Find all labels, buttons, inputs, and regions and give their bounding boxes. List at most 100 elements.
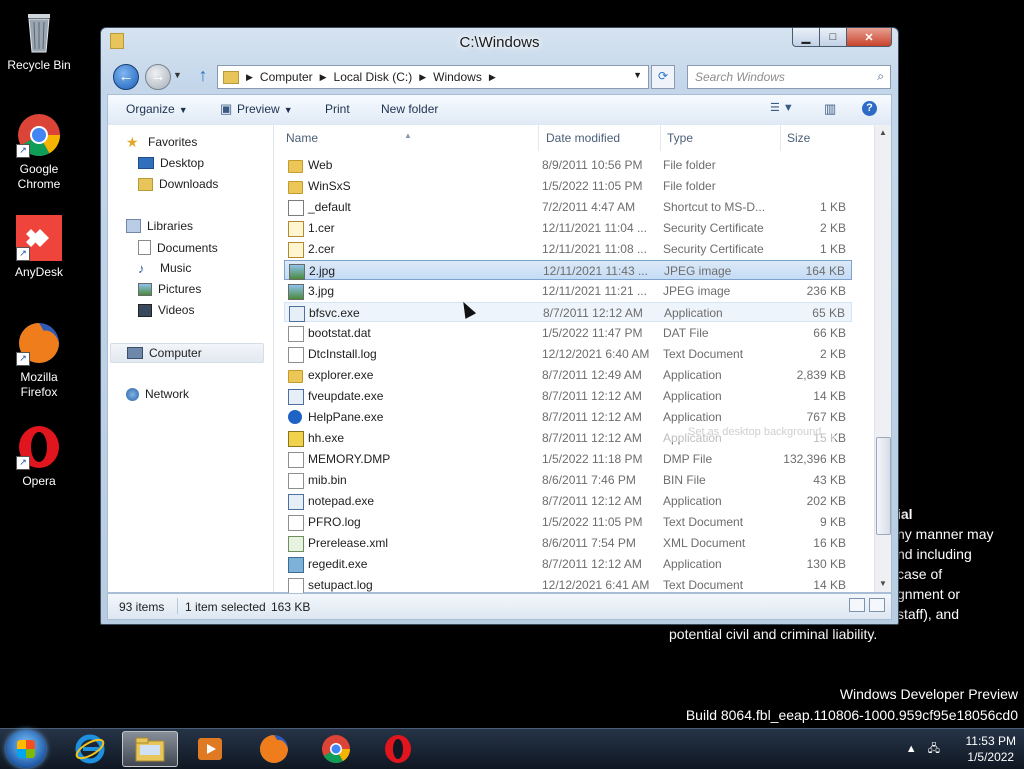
- desktop-icon-chrome[interactable]: ↗ Google Chrome: [4, 112, 74, 192]
- desktop-icon-recycle-bin[interactable]: Recycle Bin: [4, 8, 74, 73]
- drag-tooltip: Set as desktop background: [655, 424, 835, 442]
- file-row[interactable]: PFRO.log 1/5/2022 11:05 PM Text Document 9 …: [284, 512, 852, 532]
- large-icons-view-icon[interactable]: [869, 598, 885, 612]
- taskbar-chrome[interactable]: [308, 731, 364, 767]
- show-hidden-icons-icon[interactable]: ▲: [906, 743, 917, 755]
- pictures-icon: [138, 282, 152, 296]
- file-date: 12/12/2021 6:41 AM: [542, 578, 650, 592]
- minimize-button[interactable]: ▁: [792, 28, 820, 47]
- column-header-type[interactable]: Type: [667, 131, 693, 145]
- file-size: 2 KB: [819, 221, 846, 235]
- taskbar-firefox[interactable]: [246, 731, 302, 767]
- preview-pane-icon[interactable]: ▥: [824, 101, 836, 117]
- title-bar[interactable]: C:\Windows ▁ □ ✕: [101, 28, 898, 56]
- address-bar[interactable]: ▶ Computer ▶ Local Disk (C:) ▶ Windows ▶…: [217, 65, 649, 89]
- print-button[interactable]: Print: [325, 102, 350, 116]
- taskbar-opera[interactable]: [370, 731, 426, 767]
- chevron-right-icon[interactable]: ▶: [416, 72, 429, 83]
- up-button[interactable]: ↑: [193, 64, 213, 88]
- address-dropdown-icon[interactable]: ▼: [633, 70, 642, 80]
- file-row[interactable]: notepad.exe 8/7/2011 12:12 AM Application 2…: [284, 491, 852, 511]
- file-row[interactable]: WinSxS 1/5/2022 11:05 PM File folder: [284, 176, 852, 196]
- file-date: 8/9/2011 10:56 PM: [542, 158, 643, 172]
- chevron-right-icon[interactable]: ▶: [317, 72, 330, 83]
- file-row[interactable]: 2.cer 12/11/2021 11:08 ... Security Certif…: [284, 239, 852, 259]
- file-row[interactable]: MEMORY.DMP 1/5/2022 11:18 PM DMP File 132,3…: [284, 449, 852, 469]
- forward-button[interactable]: →: [145, 64, 171, 90]
- breadcrumb-windows[interactable]: Windows: [429, 70, 486, 84]
- file-row[interactable]: explorer.exe 8/7/2011 12:49 AM Application…: [284, 365, 852, 385]
- file-size: 767 KB: [806, 410, 846, 424]
- details-view-icon[interactable]: [849, 598, 865, 612]
- taskbar-media-player[interactable]: [182, 731, 238, 767]
- nav-item-videos[interactable]: Videos: [138, 303, 194, 317]
- file-row[interactable]: DtcInstall.log 12/12/2021 6:40 AM Text Doc…: [284, 344, 852, 364]
- refresh-button[interactable]: ⟳: [651, 65, 675, 89]
- nav-item-pictures[interactable]: Pictures: [138, 282, 201, 296]
- column-header-date[interactable]: Date modified: [546, 131, 620, 145]
- file-type: DMP File: [663, 452, 713, 466]
- file-date: 8/6/2011 7:54 PM: [542, 536, 636, 550]
- network-icon[interactable]: 🖧: [928, 743, 940, 755]
- file-row[interactable]: 3.jpg 12/11/2021 11:21 ... JPEG image 236 K…: [284, 281, 852, 301]
- cert-file-icon: [288, 221, 304, 237]
- file-row[interactable]: 1.cer 12/11/2021 11:04 ... Security Certif…: [284, 218, 852, 238]
- clock[interactable]: 11:53 PM 1/5/2022: [966, 733, 1016, 765]
- shortcut-arrow-icon: ↗: [16, 352, 30, 366]
- content-area: ★ Favorites Desktop Downloads Libraries D…: [107, 125, 892, 595]
- organize-button[interactable]: Organize ▼: [126, 102, 188, 116]
- file-row[interactable]: _default 7/2/2011 4:47 AM Shortcut to MS-D…: [284, 197, 852, 217]
- nav-item-network[interactable]: Network: [126, 387, 189, 401]
- file-row[interactable]: Web 8/9/2011 10:56 PM File folder: [284, 155, 852, 175]
- nav-item-libraries[interactable]: Libraries: [126, 219, 193, 233]
- taskbar-file-explorer[interactable]: [122, 731, 178, 767]
- help-icon[interactable]: ?: [862, 101, 877, 116]
- close-button[interactable]: ✕: [847, 28, 892, 47]
- desktop-icon-anydesk[interactable]: ↗ AnyDesk: [4, 215, 74, 280]
- scrollbar-thumb[interactable]: [876, 437, 891, 535]
- search-icon[interactable]: ⌕: [877, 69, 884, 84]
- breadcrumb-computer[interactable]: Computer: [256, 70, 317, 84]
- file-date: 12/11/2021 11:04 ...: [542, 221, 647, 235]
- vertical-scrollbar[interactable]: ▲ ▼: [874, 125, 891, 592]
- new-folder-button[interactable]: New folder: [381, 102, 438, 116]
- chevron-right-icon[interactable]: ▶: [486, 72, 499, 83]
- chevron-right-icon[interactable]: ▶: [243, 72, 256, 83]
- preview-button[interactable]: Preview ▼: [237, 102, 293, 116]
- window-title: C:\Windows: [459, 34, 540, 51]
- scroll-up-icon[interactable]: ▲: [875, 125, 891, 141]
- file-row[interactable]: fveupdate.exe 8/7/2011 12:12 AM Applicatio…: [284, 386, 852, 406]
- nav-item-computer[interactable]: Computer: [110, 343, 264, 363]
- file-row[interactable]: setupact.log 12/12/2021 6:41 AM Text Docum…: [284, 575, 852, 595]
- view-options-icon[interactable]: ☰ ▼: [770, 101, 794, 114]
- nav-item-documents[interactable]: Documents: [138, 240, 218, 255]
- taskbar-internet-explorer[interactable]: [62, 731, 118, 767]
- file-row[interactable]: regedit.exe 8/7/2011 12:12 AM Application 1…: [284, 554, 852, 574]
- scroll-down-icon[interactable]: ▼: [875, 576, 891, 592]
- file-type: Application: [664, 306, 723, 320]
- back-button[interactable]: ←: [113, 64, 139, 90]
- file-type: BIN File: [663, 473, 706, 487]
- search-input[interactable]: Search Windows ⌕: [687, 65, 891, 89]
- file-row[interactable]: mib.bin 8/6/2011 7:46 PM BIN File 43 KB: [284, 470, 852, 490]
- breadcrumb-local-disk[interactable]: Local Disk (C:): [330, 70, 417, 84]
- column-header-size[interactable]: Size: [787, 131, 810, 145]
- desktop-icon-opera[interactable]: ↗ Opera: [4, 424, 74, 489]
- recent-pages-dropdown[interactable]: ▼: [173, 70, 182, 80]
- column-header-name[interactable]: Name: [286, 131, 318, 145]
- file-name: 3.jpg: [308, 284, 335, 298]
- file-date: 12/11/2021 11:08 ...: [542, 242, 647, 256]
- maximize-button[interactable]: □: [820, 28, 847, 47]
- nav-item-desktop[interactable]: Desktop: [138, 156, 204, 170]
- build-line: Build 8064.fbl_eeap.110806-1000.959cf95e…: [685, 707, 1018, 723]
- file-row[interactable]: 2.jpg 12/11/2021 11:43 ... JPEG image 164 K…: [284, 260, 852, 280]
- nav-item-music[interactable]: ♪ Music: [138, 261, 191, 275]
- desktop-icon-firefox[interactable]: ↗ Mozilla Firefox: [4, 320, 74, 400]
- file-row[interactable]: bfsvc.exe 8/7/2011 12:12 AM Application 65 …: [284, 302, 852, 322]
- file-row[interactable]: Prerelease.xml 8/6/2011 7:54 PM XML Docume…: [284, 533, 852, 553]
- file-row[interactable]: bootstat.dat 1/5/2022 11:47 PM DAT File 66 …: [284, 323, 852, 343]
- chrome-icon: ↗: [16, 112, 62, 158]
- nav-item-downloads[interactable]: Downloads: [138, 177, 218, 191]
- start-button[interactable]: [6, 730, 46, 768]
- nav-item-favorites[interactable]: ★ Favorites: [126, 135, 197, 150]
